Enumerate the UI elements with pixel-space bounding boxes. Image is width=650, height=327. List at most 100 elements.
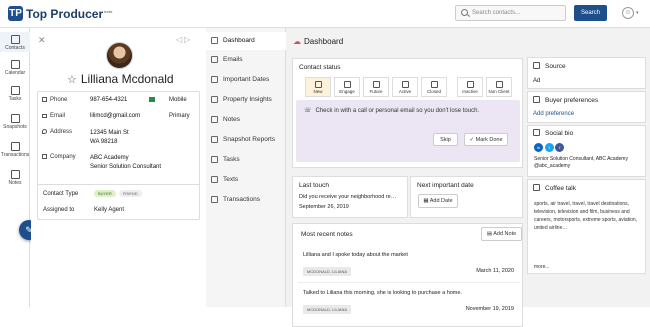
phone-row[interactable]: Phone 987-654-4321 Mobile (42, 97, 197, 103)
top-header: TP Top Producerbeta Search contacts... S… (0, 0, 650, 28)
mark-done-button[interactable]: ✓ Mark Done (464, 133, 508, 146)
menu-important-dates[interactable]: Important Dates (206, 71, 286, 89)
chip-buyer[interactable]: BUYER (94, 190, 116, 197)
right-sidebar: Source Ad Buyer preferences Add preferen… (523, 28, 650, 307)
chevron-down-icon[interactable]: ▾ (636, 10, 639, 16)
profile-panel: ✕ ◁▷ ☆ Lilliana Mcdonald Phone 987-654-43… (31, 28, 206, 307)
nav-transactions[interactable]: Transactions (0, 142, 30, 158)
social-icon (533, 129, 540, 136)
closed-icon (431, 81, 438, 88)
status-engage[interactable]: Engage (334, 77, 360, 97)
nav-calendar[interactable]: Calendar (0, 60, 30, 76)
menu-dashboard[interactable]: Dashboard (206, 32, 286, 50)
social-title: Social bio (533, 129, 650, 137)
company-icon (42, 154, 47, 159)
contact-type-chips[interactable]: BUYER FRIEND (94, 190, 145, 197)
linkedin-icon[interactable]: in (534, 143, 543, 152)
dashboard-icon (211, 37, 218, 44)
facebook-icon[interactable]: f (555, 143, 565, 152)
add-note-button[interactable]: ▤ Add Note (481, 227, 522, 241)
future-icon (373, 81, 380, 88)
page-title: ☁ Dashboard (293, 37, 344, 46)
note-tag: MCDONALD, LILIANA (303, 267, 352, 276)
coffee-title: Coffee talk (533, 184, 650, 192)
last-touch-title: Last touch (299, 182, 329, 189)
house-icon (211, 96, 218, 103)
coffee-icon (533, 184, 540, 191)
new-icon (315, 81, 322, 88)
status-inactive[interactable]: Inactive (457, 77, 483, 97)
status-prompt: ☏ Check in with a call or personal email … (296, 100, 520, 162)
status-future[interactable]: Future (363, 77, 389, 97)
note-tag: MCDONALD, LILIANA (303, 305, 352, 314)
transactions-icon (211, 196, 218, 203)
contact-menu: Dashboard Emails Important Dates Propert… (206, 28, 286, 307)
user-avatar-icon[interactable]: ☺ (622, 7, 634, 19)
notes-icon (211, 116, 218, 123)
source-card: Source Ad (527, 57, 646, 89)
status-closed[interactable]: Closed (421, 77, 447, 97)
next-date-card: Next important date ▦ Add Date (410, 176, 523, 218)
menu-texts[interactable]: Texts (206, 171, 286, 189)
nav-snapshots[interactable]: Snapshots (0, 114, 30, 130)
status-title: Contact status (299, 64, 341, 71)
address-row[interactable]: Address 12345 Main St WA 98218 (42, 129, 197, 145)
star-icon[interactable]: ☆ (67, 74, 77, 86)
buyer-title: Buyer preferences (533, 96, 650, 104)
menu-emails[interactable]: Emails (206, 51, 286, 69)
last-touch-text: Did you receive your neighborhood re… (299, 194, 397, 200)
list-item[interactable]: Lilliana and I spoke today about the mar… (298, 249, 520, 283)
prev-next-arrows[interactable]: ◁▷ (176, 35, 192, 44)
assigned-value[interactable]: Kelly Agent (94, 207, 124, 213)
menu-notes[interactable]: Notes (206, 111, 286, 129)
next-date-title: Next important date (417, 182, 474, 189)
status-stepper: New Engage Future Active Closed Inactive… (305, 77, 512, 97)
brand-logo[interactable]: TP Top Producerbeta (8, 6, 112, 21)
snapshot-icon (211, 136, 218, 143)
nav-notes[interactable]: Notes (0, 170, 30, 186)
social-icons: in t f (534, 143, 565, 152)
add-date-button[interactable]: ▦ Add Date (418, 194, 458, 208)
status-non-client[interactable]: Non Client (486, 77, 512, 97)
last-touch-date: September 26, 2019 (299, 204, 349, 210)
brand-name: Top Producerbeta (26, 6, 113, 21)
source-title: Source (533, 62, 650, 70)
email-row[interactable]: Email lilimcd@gmail.com Primary (42, 113, 197, 119)
inactive-icon (467, 81, 474, 88)
menu-tasks[interactable]: Tasks (206, 151, 286, 169)
note-text: Lilliana and I spoke today about the mar… (303, 252, 408, 258)
source-value[interactable]: Ad (533, 78, 650, 84)
source-icon (533, 62, 540, 69)
twitter-icon[interactable]: t (544, 143, 554, 152)
social-bio-card: Social bio in t f Senior Solution Consul… (527, 125, 646, 177)
prompt-text: ☏ Check in with a call or personal email … (304, 108, 480, 114)
status-new[interactable]: New (305, 77, 331, 97)
add-preference-link[interactable]: Add preference (533, 111, 650, 117)
status-active[interactable]: Active (392, 77, 418, 97)
notes-icon (10, 170, 20, 179)
email-icon (211, 56, 218, 63)
company-row[interactable]: Company ABC Academy Senior Solution Consu… (42, 154, 197, 170)
preferences-icon (533, 96, 540, 103)
assigned-label: Assigned to (43, 207, 75, 213)
nav-contacts[interactable]: Contacts (0, 32, 30, 52)
avatar (106, 42, 133, 69)
calendar-icon (10, 60, 20, 69)
menu-transactions[interactable]: Transactions (206, 191, 286, 209)
nav-tasks[interactable]: Tasks (0, 86, 30, 102)
contact-type-card: Contact Type BUYER FRIEND Assigned to Kel… (37, 184, 200, 220)
recent-notes-card: Most recent notes ▤ Add Note Lilliana an… (292, 223, 523, 327)
cloud-icon: ☁ (293, 37, 301, 46)
coffee-talk-card: Coffee talk sports, air travel, travel, … (527, 179, 646, 274)
chip-friend[interactable]: FRIEND (118, 190, 142, 197)
more-link[interactable]: more... (534, 264, 550, 270)
menu-property-insights[interactable]: Property Insights (206, 91, 286, 109)
social-handle[interactable]: @abc_academy (534, 163, 570, 169)
search-button[interactable]: Search (574, 5, 607, 21)
menu-snapshot-reports[interactable]: Snapshot Reports (206, 131, 286, 149)
close-icon[interactable]: ✕ (38, 35, 46, 46)
list-item[interactable]: Talked to Liliana this morning, she is l… (298, 287, 520, 321)
skip-button[interactable]: Skip (433, 133, 458, 146)
search-input[interactable]: Search contacts... (455, 5, 566, 21)
dashboard-main: ☁ Dashboard Contact status New Engage Fut… (286, 28, 523, 327)
